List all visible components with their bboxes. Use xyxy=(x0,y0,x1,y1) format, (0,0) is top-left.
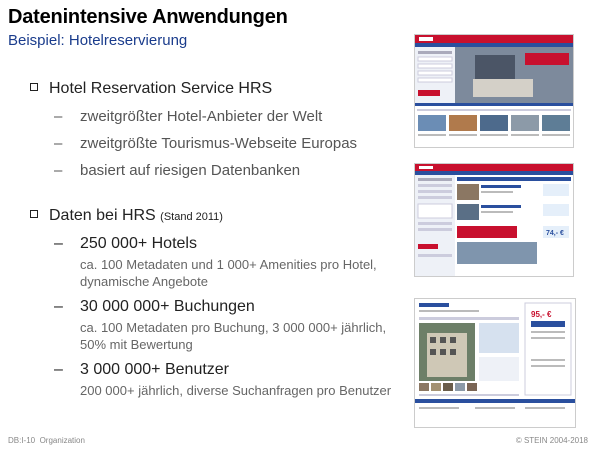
hrs-hotel-detail-image: 95,- € xyxy=(415,299,575,427)
square-bullet-icon xyxy=(30,83,38,91)
hrs-homepage-screenshot xyxy=(414,34,574,148)
price-label: 95,- € xyxy=(531,310,552,319)
stat-item-users: – 3 000 000+ Benutzer 200 000+ jährlich,… xyxy=(54,361,392,398)
list-item: – zweitgrößter Hotel-Anbieter der Welt xyxy=(54,108,323,125)
hrs-homepage-image xyxy=(415,35,573,136)
slide-content: Hotel Reservation Service HRS – zweitgröß… xyxy=(30,80,400,399)
list-item: – zweitgrößte Tourismus-Webseite Europas xyxy=(54,135,358,152)
list-item: – basiert auf riesigen Datenbanken xyxy=(54,162,301,179)
page-title: Datenintensive Anwendungen xyxy=(8,6,288,28)
section-hrs-heading: Hotel Reservation Service HRS xyxy=(30,80,400,98)
page-subtitle: Beispiel: Hotelreservierung xyxy=(8,32,188,49)
price-label: 74,- € xyxy=(546,230,564,237)
square-bullet-icon xyxy=(30,210,38,218)
section-data-heading: Daten bei HRS (Stand 2011) xyxy=(30,207,400,225)
hrs-hotel-detail-screenshot: 95,- € xyxy=(414,298,576,428)
hrs-results-image: 74,- € xyxy=(415,164,573,276)
footer-left: DB:I-10 Organization xyxy=(8,436,85,445)
hrs-results-screenshot: 74,- € xyxy=(414,163,574,277)
stat-item-bookings: – 30 000 000+ Buchungen ca. 100 Metadate… xyxy=(54,298,387,352)
stat-item-hotels: – 250 000+ Hotels ca. 100 Metadaten und … xyxy=(54,235,377,289)
footer-copyright: © STEIN 2004-2018 xyxy=(515,436,588,445)
